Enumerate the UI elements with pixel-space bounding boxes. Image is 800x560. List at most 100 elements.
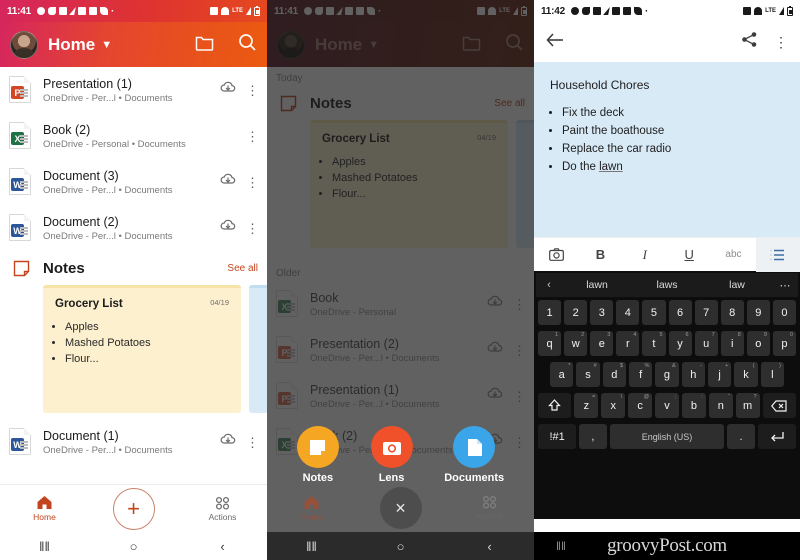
key-r[interactable]: r4 xyxy=(616,331,640,356)
notes-carousel[interactable]: Grocery List 04/19 ApplesMashed Potatoes… xyxy=(0,285,267,413)
notes-see-all-link[interactable]: See all xyxy=(227,263,258,274)
fab-plus-button[interactable]: + xyxy=(112,487,155,530)
key-9[interactable]: 9 xyxy=(746,300,770,325)
key-n[interactable]: n “ xyxy=(708,393,733,418)
shift-icon[interactable] xyxy=(538,393,572,418)
search-icon[interactable] xyxy=(238,33,257,57)
key-w[interactable]: w2 xyxy=(564,331,588,356)
recents-icon-3[interactable]: ‖‖ xyxy=(556,539,566,553)
note-list-item[interactable]: Fix the deck xyxy=(562,104,784,122)
bold-button[interactable]: B xyxy=(578,238,622,272)
suggestion-2[interactable]: law xyxy=(702,279,772,291)
file-row[interactable]: X Book (2)OneDrive - Personal • Documents… xyxy=(0,113,267,159)
nav-home-1[interactable]: Home xyxy=(0,495,89,522)
sysnav-recents-2[interactable]: ‖‖ xyxy=(267,539,356,554)
key-1[interactable]: 1 xyxy=(538,300,562,325)
fab-menu-item-notes[interactable]: Notes xyxy=(296,426,339,484)
symbols-key[interactable]: !#1 xyxy=(538,424,577,449)
key-period[interactable]: . xyxy=(727,424,755,449)
key-2[interactable]: 2 xyxy=(564,300,588,325)
nav-actions-1[interactable]: Actions xyxy=(178,496,267,522)
key-g[interactable]: g & xyxy=(655,362,679,387)
key-d[interactable]: d $ xyxy=(602,362,626,387)
note-list-item[interactable]: Replace the car radio xyxy=(562,140,784,158)
key-j[interactable]: j + xyxy=(707,362,732,387)
nav-actions-2[interactable]: Actions xyxy=(445,495,534,521)
file-row[interactable]: W Document (1) OneDrive - Per...l • Docume… xyxy=(0,419,267,465)
fab-create-1[interactable]: + xyxy=(89,487,178,530)
key-l[interactable]: l) xyxy=(760,362,784,387)
key-t[interactable]: t5 xyxy=(642,331,666,356)
more-vertical-icon[interactable]: ⋮ xyxy=(774,35,788,49)
chevron-down-icon[interactable]: ▼ xyxy=(101,39,112,51)
key-m[interactable]: m? xyxy=(735,393,760,418)
sysnav-home-2[interactable]: ○ xyxy=(356,539,445,554)
key-f[interactable]: f% xyxy=(629,362,653,387)
key-p[interactable]: p0 xyxy=(772,331,796,356)
key-y[interactable]: y6 xyxy=(668,331,692,356)
sysnav-home-1[interactable]: ○ xyxy=(89,539,178,554)
key-8[interactable]: 8 xyxy=(720,300,744,325)
suggestion-1[interactable]: laws xyxy=(632,279,702,291)
key-b[interactable]: b: xyxy=(681,393,706,418)
underline-button[interactable]: U xyxy=(667,238,711,272)
note-list-item[interactable]: Paint the boathouse xyxy=(562,122,784,140)
sysnav-back-2[interactable]: ‹ xyxy=(445,539,534,554)
page-title-wrap[interactable]: Home ▼ xyxy=(48,35,185,55)
file-row[interactable]: P Presentation (1)OneDrive - Per...l • Do… xyxy=(0,67,267,113)
chevron-left-icon[interactable]: ‹ xyxy=(536,279,562,291)
suggestion-0[interactable]: lawn xyxy=(562,279,632,291)
key-x[interactable]: x \ xyxy=(601,393,626,418)
note-title[interactable]: Household Chores xyxy=(550,78,784,92)
key-h[interactable]: h- xyxy=(681,362,705,387)
key-3[interactable]: 3 xyxy=(590,300,614,325)
list-button[interactable] xyxy=(755,237,800,272)
key-q[interactable]: q1 xyxy=(538,331,562,356)
enter-icon[interactable] xyxy=(757,424,796,449)
fab-menu-item-lens[interactable]: Lens xyxy=(370,426,413,484)
key-v[interactable]: v; xyxy=(655,393,679,418)
fab-close-button[interactable]: × xyxy=(379,487,422,529)
fab-menu-item-documents[interactable]: Documents xyxy=(444,426,504,484)
key-0[interactable]: 0 xyxy=(772,300,796,325)
more-horizontal-icon[interactable]: ⋯ xyxy=(772,279,798,292)
key-5[interactable]: 5 xyxy=(642,300,666,325)
file-more-icon[interactable]: ⋮ xyxy=(246,176,259,189)
file-more-icon[interactable]: ⋮ xyxy=(246,436,259,449)
key-a[interactable]: a * xyxy=(550,362,574,387)
sticky-note-icon[interactable] xyxy=(296,426,339,468)
cloud-sync-icon[interactable] xyxy=(220,81,236,99)
note-card-grocery[interactable]: Grocery List 04/19 ApplesMashed Potatoes… xyxy=(43,285,241,413)
file-more-icon[interactable]: ⋮ xyxy=(246,130,259,143)
note-list-item[interactable]: Do the lawn xyxy=(562,158,784,176)
file-more-icon[interactable]: ⋮ xyxy=(246,84,259,97)
key-o[interactable]: o9 xyxy=(746,331,770,356)
file-more-icon[interactable]: ⋮ xyxy=(246,222,259,235)
sysnav-back-1[interactable]: ‹ xyxy=(178,539,267,554)
fab-close-2[interactable]: × xyxy=(356,487,445,529)
back-arrow-icon[interactable] xyxy=(546,32,565,53)
cloud-sync-icon[interactable] xyxy=(220,173,236,191)
folder-icon[interactable] xyxy=(195,34,214,56)
key-7[interactable]: 7 xyxy=(694,300,718,325)
key-c[interactable]: c @ xyxy=(628,393,653,418)
camera-icon[interactable] xyxy=(370,426,413,468)
document-icon[interactable] xyxy=(453,426,496,468)
file-row[interactable]: W Document (3) OneDrive - Per...l • Docume… xyxy=(0,159,267,205)
key-i[interactable]: i8 xyxy=(720,331,744,356)
key-comma[interactable]: , xyxy=(579,424,607,449)
key-4[interactable]: 4 xyxy=(616,300,640,325)
backspace-icon[interactable] xyxy=(762,393,796,418)
key-s[interactable]: s # xyxy=(576,362,600,387)
note-bullet-list[interactable]: Fix the deckPaint the boathouseReplace t… xyxy=(562,104,784,177)
file-row[interactable]: W Document (2) OneDrive - Per...l • Docume… xyxy=(0,205,267,251)
note-card-next[interactable] xyxy=(249,285,267,413)
key-u[interactable]: u7 xyxy=(694,331,718,356)
key-z[interactable]: z = xyxy=(574,393,599,418)
italic-button[interactable]: I xyxy=(623,238,667,272)
avatar[interactable] xyxy=(10,30,38,59)
note-editor-body[interactable]: Household Chores Fix the deckPaint the b… xyxy=(534,62,800,237)
cloud-sync-icon[interactable] xyxy=(220,433,236,451)
key-k[interactable]: k( xyxy=(734,362,758,387)
cloud-sync-icon[interactable] xyxy=(220,219,236,237)
